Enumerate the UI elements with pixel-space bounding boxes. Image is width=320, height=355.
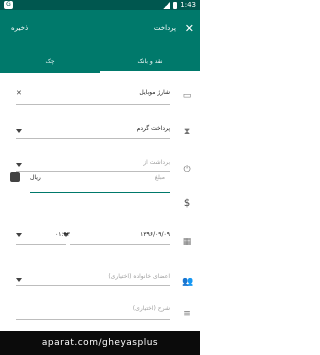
time-underline — [16, 244, 66, 245]
time-value: ۰۱:۴۳ — [55, 231, 70, 238]
amount-row: $ مبلغ ریال — [0, 172, 200, 223]
time-field[interactable]: ۰۱:۴۳ — [30, 231, 70, 243]
category-underline — [16, 138, 170, 139]
family-underline — [16, 285, 170, 286]
calendar-icon: ▦ — [182, 237, 192, 247]
signal-icon — [163, 1, 171, 9]
desc-placeholder: شرح (اختیاری) — [132, 305, 170, 312]
calculator-icon[interactable] — [10, 172, 20, 182]
category-field[interactable]: پرداخت گردم — [16, 125, 170, 137]
app-bar: ✕ پرداخت ذخیره — [0, 10, 200, 55]
date-underline — [70, 244, 170, 245]
amount-placeholder: مبلغ — [154, 174, 165, 181]
desc-row: ≡ شرح (اختیاری) — [0, 293, 200, 333]
status-bar: G 1:43 — [0, 0, 200, 10]
dollar-icon: $ — [183, 198, 191, 209]
date-row: ▦ ۰۱:۴۳ ۱۳۹۶/۰۹/۰۹ — [0, 223, 200, 253]
desc-underline — [16, 319, 170, 320]
date-field[interactable]: ۱۳۹۶/۰۹/۰۹ — [83, 231, 170, 243]
power-icon: ⏻ — [183, 165, 191, 175]
close-icon[interactable]: ✕ — [185, 23, 194, 34]
clock: 1:43 — [180, 1, 196, 9]
category-row: ⧗ پرداخت گردم — [0, 113, 200, 153]
from-field[interactable]: برداشت از — [16, 159, 170, 171]
watermark: aparat.com/gheyasplus — [0, 331, 200, 355]
category-value: پرداخت گردم — [136, 125, 170, 132]
from-placeholder: برداشت از — [143, 159, 170, 166]
page-title: پرداخت — [153, 24, 176, 32]
account-value: شارژ موبایل — [139, 89, 170, 96]
notes-icon: ≡ — [183, 309, 191, 319]
chevron-down-icon[interactable] — [16, 233, 22, 237]
account-row: ▭ ✕ شارژ موبایل — [0, 73, 200, 113]
account-underline — [16, 104, 170, 105]
hourglass-icon: ⧗ — [183, 127, 191, 137]
save-button[interactable]: ذخیره — [11, 24, 28, 32]
family-row: 👥 اعضای خانواده (اختیاری) — [0, 253, 200, 293]
tab-cash-bank[interactable]: نقد و بانک — [100, 55, 200, 73]
wallet-icon: ▭ — [182, 91, 192, 101]
family-placeholder: اعضای خانواده (اختیاری) — [108, 273, 170, 280]
status-right: 1:43 — [163, 0, 196, 10]
amount-underline — [30, 192, 170, 193]
date-value: ۱۳۹۶/۰۹/۰۹ — [140, 231, 170, 238]
currency-label: ریال — [30, 174, 41, 181]
account-field[interactable]: شارژ موبایل — [16, 89, 170, 101]
from-underline — [16, 171, 170, 172]
notification-badge: G — [4, 1, 13, 9]
people-icon: 👥 — [182, 277, 194, 287]
tab-cheque[interactable]: چک — [0, 55, 100, 73]
desc-field[interactable]: شرح (اختیاری) — [16, 305, 170, 317]
family-field[interactable]: اعضای خانواده (اختیاری) — [16, 273, 170, 285]
tabs: نقد و بانک چک — [0, 55, 200, 73]
battery-icon — [173, 1, 178, 9]
amount-field[interactable]: مبلغ ریال — [30, 174, 170, 186]
